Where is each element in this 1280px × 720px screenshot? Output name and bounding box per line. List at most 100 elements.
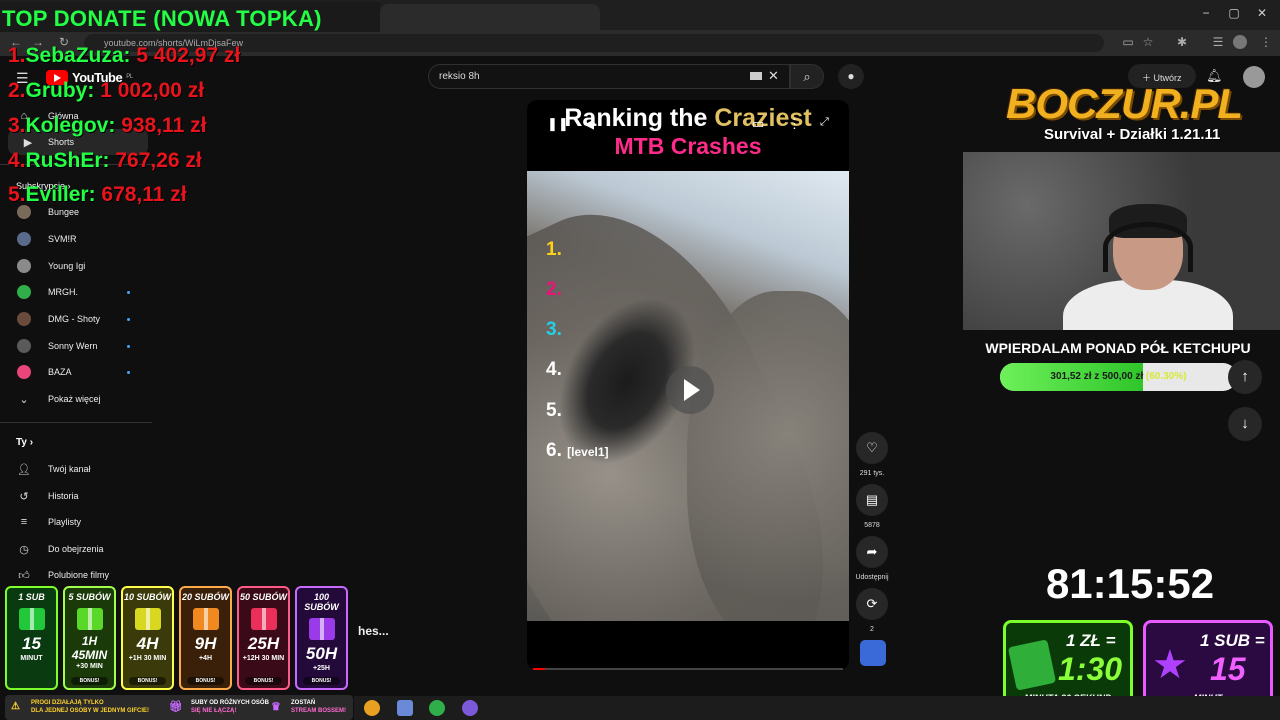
sidebar-sub-item[interactable]: DMG - Shoty	[0, 306, 150, 332]
rank-number: 2.	[546, 279, 562, 300]
watch-later-icon: ◷	[19, 543, 29, 556]
browser-menu-icon[interactable]: ⋮	[1258, 35, 1274, 49]
donor-rank: 3.	[8, 114, 26, 137]
next-short-button[interactable]: ↓	[1228, 407, 1262, 441]
chrome-taskbar-icon[interactable]	[364, 700, 380, 716]
tier-name: 20 SUBÓW	[181, 592, 229, 602]
warning-icon: ⚠	[11, 701, 20, 712]
rank-label: 4.	[546, 359, 562, 381]
tier-value: 1H 45MIN	[71, 634, 108, 662]
channel-avatar	[17, 232, 31, 246]
maximize-button[interactable]: ▢	[1224, 6, 1244, 22]
explorer-taskbar-icon[interactable]	[397, 700, 413, 716]
like-action[interactable]: ♡ 291 tys.	[852, 432, 892, 477]
app-taskbar-icon[interactable]	[429, 700, 445, 716]
donor-entry: 3.Kolegov: 938,11 zł	[8, 114, 207, 137]
cast-icon[interactable]: ▭	[1120, 35, 1136, 49]
tier-extra: +1H 30 MIN	[128, 655, 167, 662]
server-logo-subtitle: Survival + Działki 1.21.11	[1044, 126, 1221, 143]
sidebar-item-your-channel[interactable]: 👤︎ Twój kanał	[0, 456, 150, 482]
sound-thumbnail[interactable]	[860, 640, 886, 666]
sidebar-sub-item[interactable]: BAZA	[0, 359, 150, 385]
donor-amount: 5 402,97 zł	[136, 44, 241, 67]
note-line: SUBY OD RÓŻNYCH OSÓB	[191, 700, 269, 706]
rank-number: 5.	[546, 400, 562, 421]
heart-icon: ♡	[856, 432, 888, 464]
sidebar-divider	[0, 422, 152, 423]
channel-name: Bungee	[48, 207, 80, 217]
streamer-figure	[1063, 204, 1233, 330]
gift-icon	[308, 618, 335, 640]
tier-bonus: BONUS!	[71, 677, 108, 685]
tier-notes-bar: ⚠ PROGI DZIAŁAJĄ TYLKO DLA JEDNEJ OSOBY W…	[5, 695, 353, 720]
minimize-button[interactable]: −	[1196, 6, 1216, 22]
tab-search-icon[interactable]: ☰	[1210, 35, 1226, 49]
clear-search-icon[interactable]: ✕	[768, 68, 779, 84]
channel-name: SVM!R	[48, 234, 77, 244]
tier-extra: +12H 30 MIN	[242, 655, 285, 662]
discord-taskbar-icon[interactable]	[462, 700, 478, 716]
share-icon: ➦	[856, 536, 888, 568]
channel-avatar	[17, 339, 31, 353]
donor-entry: 1.SebaZuza: 5 402,97 zł	[8, 44, 241, 67]
channel-name: Sonny Wern	[48, 341, 98, 351]
extensions-icon[interactable]: ✱	[1174, 35, 1190, 49]
sidebar-sub-item[interactable]: Sonny Wern	[0, 333, 150, 359]
sidebar-item-liked[interactable]: 👍︎ Polubione filmy	[0, 562, 150, 588]
tier-extra: +4H	[198, 655, 213, 662]
more-options-icon[interactable]: ⋮	[788, 116, 801, 132]
sidebar-item-watch-later[interactable]: ◷ Do obejrzenia	[0, 536, 150, 562]
you-section-header[interactable]: Ty ›	[16, 437, 33, 448]
sidebar-item-history[interactable]: ↺ Historia	[0, 483, 150, 509]
gift-icon	[18, 608, 45, 630]
fullscreen-icon[interactable]: ⤢	[820, 116, 829, 129]
donor-name: SebaZuza	[25, 44, 124, 67]
search-input[interactable]: reksio 8h	[428, 64, 790, 89]
history-icon: ↺	[19, 490, 29, 503]
bookmark-star-icon[interactable]: ☆	[1140, 35, 1156, 49]
tier-bonus: BONUS!	[245, 677, 282, 685]
browser-tab[interactable]	[380, 4, 600, 30]
sidebar-sub-item[interactable]: MRGH.	[0, 279, 150, 305]
rank-label: 5.	[546, 400, 562, 422]
voice-search-button[interactable]: ●	[838, 64, 864, 89]
search-button[interactable]: ⌕	[790, 64, 824, 89]
volume-icon[interactable]: ◀	[584, 116, 594, 132]
sidebar-item-label: Historia	[48, 491, 79, 501]
sidebar-show-more[interactable]: ⌄ Pokaż więcej	[0, 386, 150, 412]
gift-icon	[76, 608, 103, 630]
tier-value: 50H	[305, 644, 338, 663]
remix-action[interactable]: ⟳ 2	[852, 588, 892, 633]
tier-extra: MINUT	[20, 655, 43, 662]
sidebar-item-label: Do obejrzenia	[48, 544, 104, 554]
video-progress-bar[interactable]	[533, 668, 843, 670]
channel-avatar	[17, 365, 31, 379]
gift-icon	[192, 608, 219, 630]
keyboard-icon[interactable]	[750, 72, 762, 80]
gift-icon	[134, 608, 161, 630]
channel-avatar	[17, 312, 31, 326]
new-content-dot	[127, 370, 130, 374]
play-icon[interactable]	[666, 366, 714, 414]
sidebar-sub-item[interactable]: Young Igi	[0, 253, 150, 279]
pause-icon[interactable]: ❚❚	[547, 116, 569, 132]
profile-avatar[interactable]	[1233, 35, 1247, 49]
tier-card: 50 SUBÓW 25H +12H 30 MIN BONUS!	[237, 586, 290, 690]
previous-short-button[interactable]: ↑	[1228, 360, 1262, 394]
new-content-dot	[127, 344, 130, 348]
sub-tiers-panel: 1 SUB 15 MINUT 5 SUBÓW 1H 45MIN +30 MIN BONUS…	[5, 586, 355, 692]
captions-icon[interactable]: ▭	[752, 116, 764, 132]
note-item: PROGI DZIAŁAJĄ TYLKO DLA JEDNEJ OSOBY W J…	[31, 699, 149, 715]
comment-action[interactable]: ▤ 5878	[852, 484, 892, 529]
donor-name: Eviller	[25, 183, 89, 206]
close-window-button[interactable]: ✕	[1252, 6, 1272, 22]
sidebar-item-playlists[interactable]: ≡ Playlisty	[0, 509, 150, 535]
note-line: STREAM BOSSEM!	[291, 708, 347, 714]
you-header-label: Ty	[16, 437, 27, 448]
share-action[interactable]: ➦ Udostępnij	[852, 536, 892, 581]
chevron-down-icon: ⌄	[19, 393, 29, 406]
donor-rank: 5.	[8, 183, 26, 206]
arrow-down-icon: ↓	[1241, 415, 1249, 432]
note-line: DLA JEDNEJ OSOBY W JEDNYM GIFCIE!	[31, 708, 150, 714]
sidebar-sub-item[interactable]: SVM!R	[0, 226, 150, 252]
